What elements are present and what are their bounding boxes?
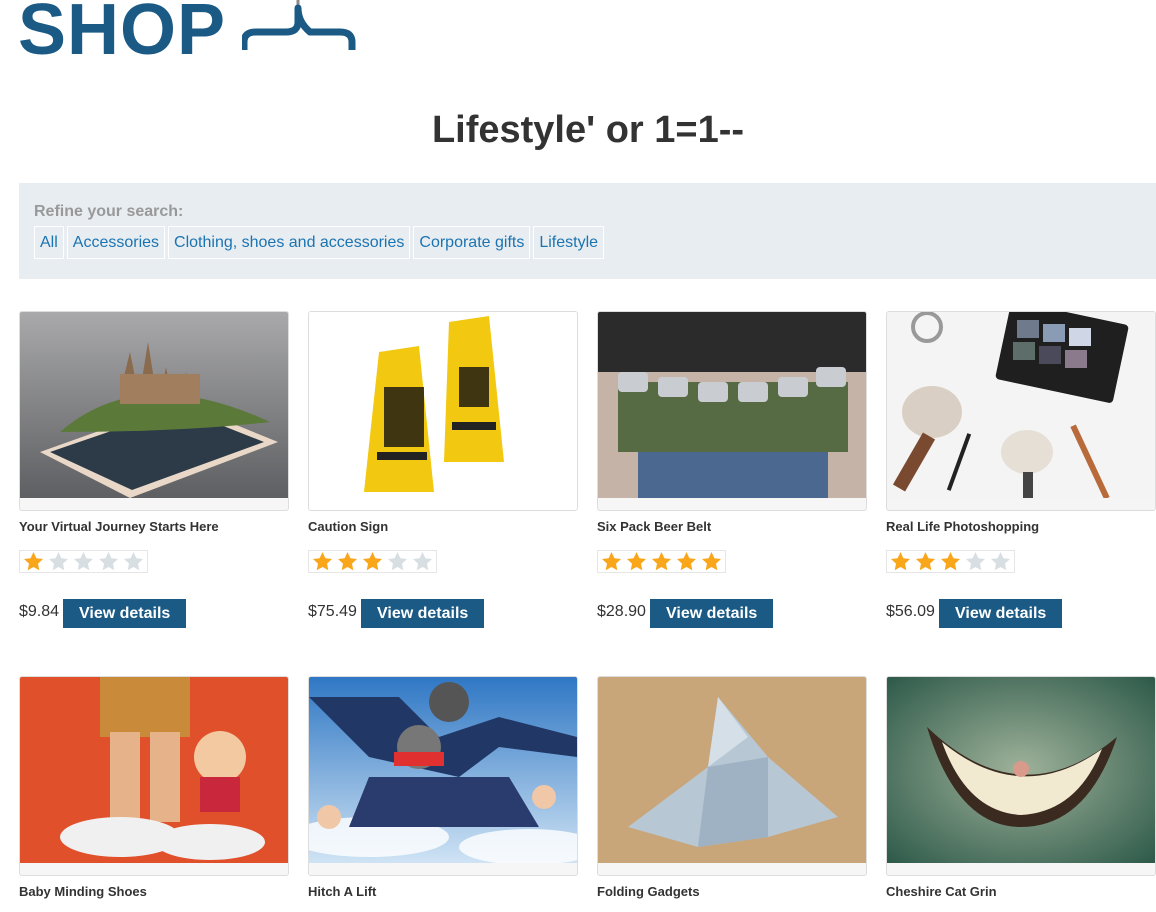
star-filled-icon bbox=[913, 551, 938, 572]
view-details-button[interactable]: View details bbox=[939, 599, 1063, 628]
product-image-cat-grin bbox=[886, 676, 1156, 876]
star-filled-icon bbox=[624, 551, 649, 572]
star-filled-icon bbox=[938, 551, 963, 572]
product-name: Real Life Photoshopping bbox=[886, 519, 1040, 534]
product-image-castle-phone bbox=[19, 311, 289, 511]
star-filled-icon bbox=[888, 551, 913, 572]
star-filled-icon bbox=[360, 551, 385, 572]
product-name: Your Virtual Journey Starts Here bbox=[19, 519, 219, 534]
product-image-makeup bbox=[886, 311, 1156, 511]
star-filled-icon bbox=[649, 551, 674, 572]
star-empty-icon bbox=[71, 551, 96, 572]
product-name: Baby Minding Shoes bbox=[19, 884, 147, 899]
star-empty-icon bbox=[410, 551, 435, 572]
filter-link-lifestyle[interactable]: Lifestyle bbox=[533, 226, 605, 259]
product-name: Hitch A Lift bbox=[308, 884, 377, 899]
filter-link-all[interactable]: All bbox=[34, 226, 64, 259]
star-filled-icon bbox=[335, 551, 360, 572]
view-details-button[interactable]: View details bbox=[650, 599, 774, 628]
star-empty-icon bbox=[121, 551, 146, 572]
shop-logo[interactable]: SHOP bbox=[18, 0, 362, 70]
view-details-button[interactable]: View details bbox=[63, 599, 187, 628]
star-filled-icon bbox=[699, 551, 724, 572]
product-name: Caution Sign bbox=[308, 519, 389, 534]
star-filled-icon bbox=[674, 551, 699, 572]
filter-links: All Accessories Clothing, shoes and acce… bbox=[34, 226, 605, 259]
product-image-baby-shoes bbox=[19, 676, 289, 876]
star-filled-icon bbox=[599, 551, 624, 572]
view-details-button[interactable]: View details bbox=[361, 599, 485, 628]
star-empty-icon bbox=[385, 551, 410, 572]
star-empty-icon bbox=[96, 551, 121, 572]
product-image-origami bbox=[597, 676, 867, 876]
star-rating bbox=[19, 550, 148, 573]
product-price: $28.90 bbox=[597, 603, 646, 620]
product-image-beer-belt bbox=[597, 311, 867, 511]
star-empty-icon bbox=[988, 551, 1013, 572]
product-image-skydivers bbox=[308, 676, 578, 876]
star-rating bbox=[886, 550, 1015, 573]
product-price: $9.84 bbox=[19, 603, 60, 620]
filter-link-corporate-gifts[interactable]: Corporate gifts bbox=[413, 226, 531, 259]
filter-panel: Refine your search: All Accessories Clot… bbox=[19, 183, 1156, 279]
page-title: Lifestyle' or 1=1-- bbox=[431, 109, 745, 151]
logo-text: SHOP bbox=[18, 0, 227, 70]
product-price: $75.49 bbox=[308, 603, 357, 620]
filter-label: Refine your search: bbox=[34, 203, 184, 220]
star-filled-icon bbox=[21, 551, 46, 572]
coat-hanger-icon bbox=[240, 0, 362, 61]
product-price: $56.09 bbox=[886, 603, 935, 620]
product-image-caution-sign bbox=[308, 311, 578, 511]
star-rating bbox=[597, 550, 726, 573]
product-name: Six Pack Beer Belt bbox=[597, 519, 712, 534]
star-filled-icon bbox=[310, 551, 335, 572]
filter-link-clothing[interactable]: Clothing, shoes and accessories bbox=[168, 226, 411, 259]
filter-link-accessories[interactable]: Accessories bbox=[66, 226, 166, 259]
star-rating bbox=[308, 550, 437, 573]
star-empty-icon bbox=[963, 551, 988, 572]
star-empty-icon bbox=[46, 551, 71, 572]
product-name: Cheshire Cat Grin bbox=[886, 884, 997, 899]
product-name: Folding Gadgets bbox=[597, 884, 700, 899]
